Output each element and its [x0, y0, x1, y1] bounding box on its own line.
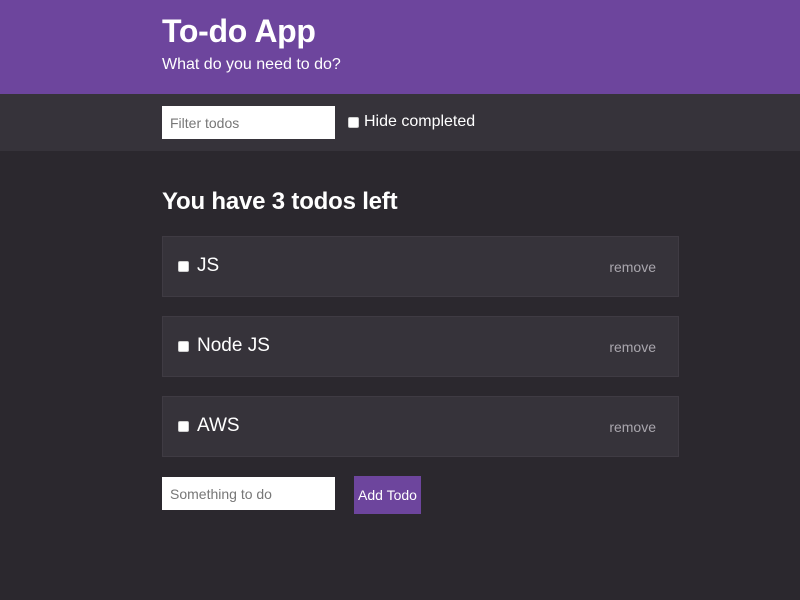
app-subtitle: What do you need to do? [162, 56, 341, 73]
hide-completed-checkbox[interactable] [348, 116, 359, 128]
todo-app: To-do App What do you need to do? Hide c… [0, 0, 800, 600]
todo-text: JS [197, 255, 220, 276]
remove-todo-link[interactable]: remove [609, 258, 656, 276]
todo-list: JS remove Node JS remove AWS remove [162, 236, 679, 476]
todo-item: AWS remove [162, 396, 679, 457]
new-todo-input[interactable] [162, 477, 335, 510]
todo-item: Node JS remove [162, 316, 679, 377]
todo-item: JS remove [162, 236, 679, 297]
todo-checkbox[interactable] [178, 341, 189, 352]
app-title: To-do App [162, 13, 316, 49]
app-header: To-do App What do you need to do? [0, 0, 800, 94]
remove-todo-link[interactable]: remove [609, 338, 656, 356]
todo-checkbox[interactable] [178, 261, 189, 272]
todo-text: AWS [197, 415, 240, 436]
todo-text: Node JS [197, 335, 270, 356]
hide-completed-toggle[interactable]: Hide completed [348, 112, 475, 132]
todo-checkbox[interactable] [178, 421, 189, 432]
filter-bar: Hide completed [0, 94, 800, 151]
hide-completed-label: Hide completed [364, 113, 476, 130]
remove-todo-link[interactable]: remove [609, 418, 656, 436]
todos-remaining-heading: You have 3 todos left [162, 188, 398, 215]
add-todo-button[interactable]: Add Todo [354, 476, 421, 514]
filter-todos-input[interactable] [162, 106, 335, 139]
